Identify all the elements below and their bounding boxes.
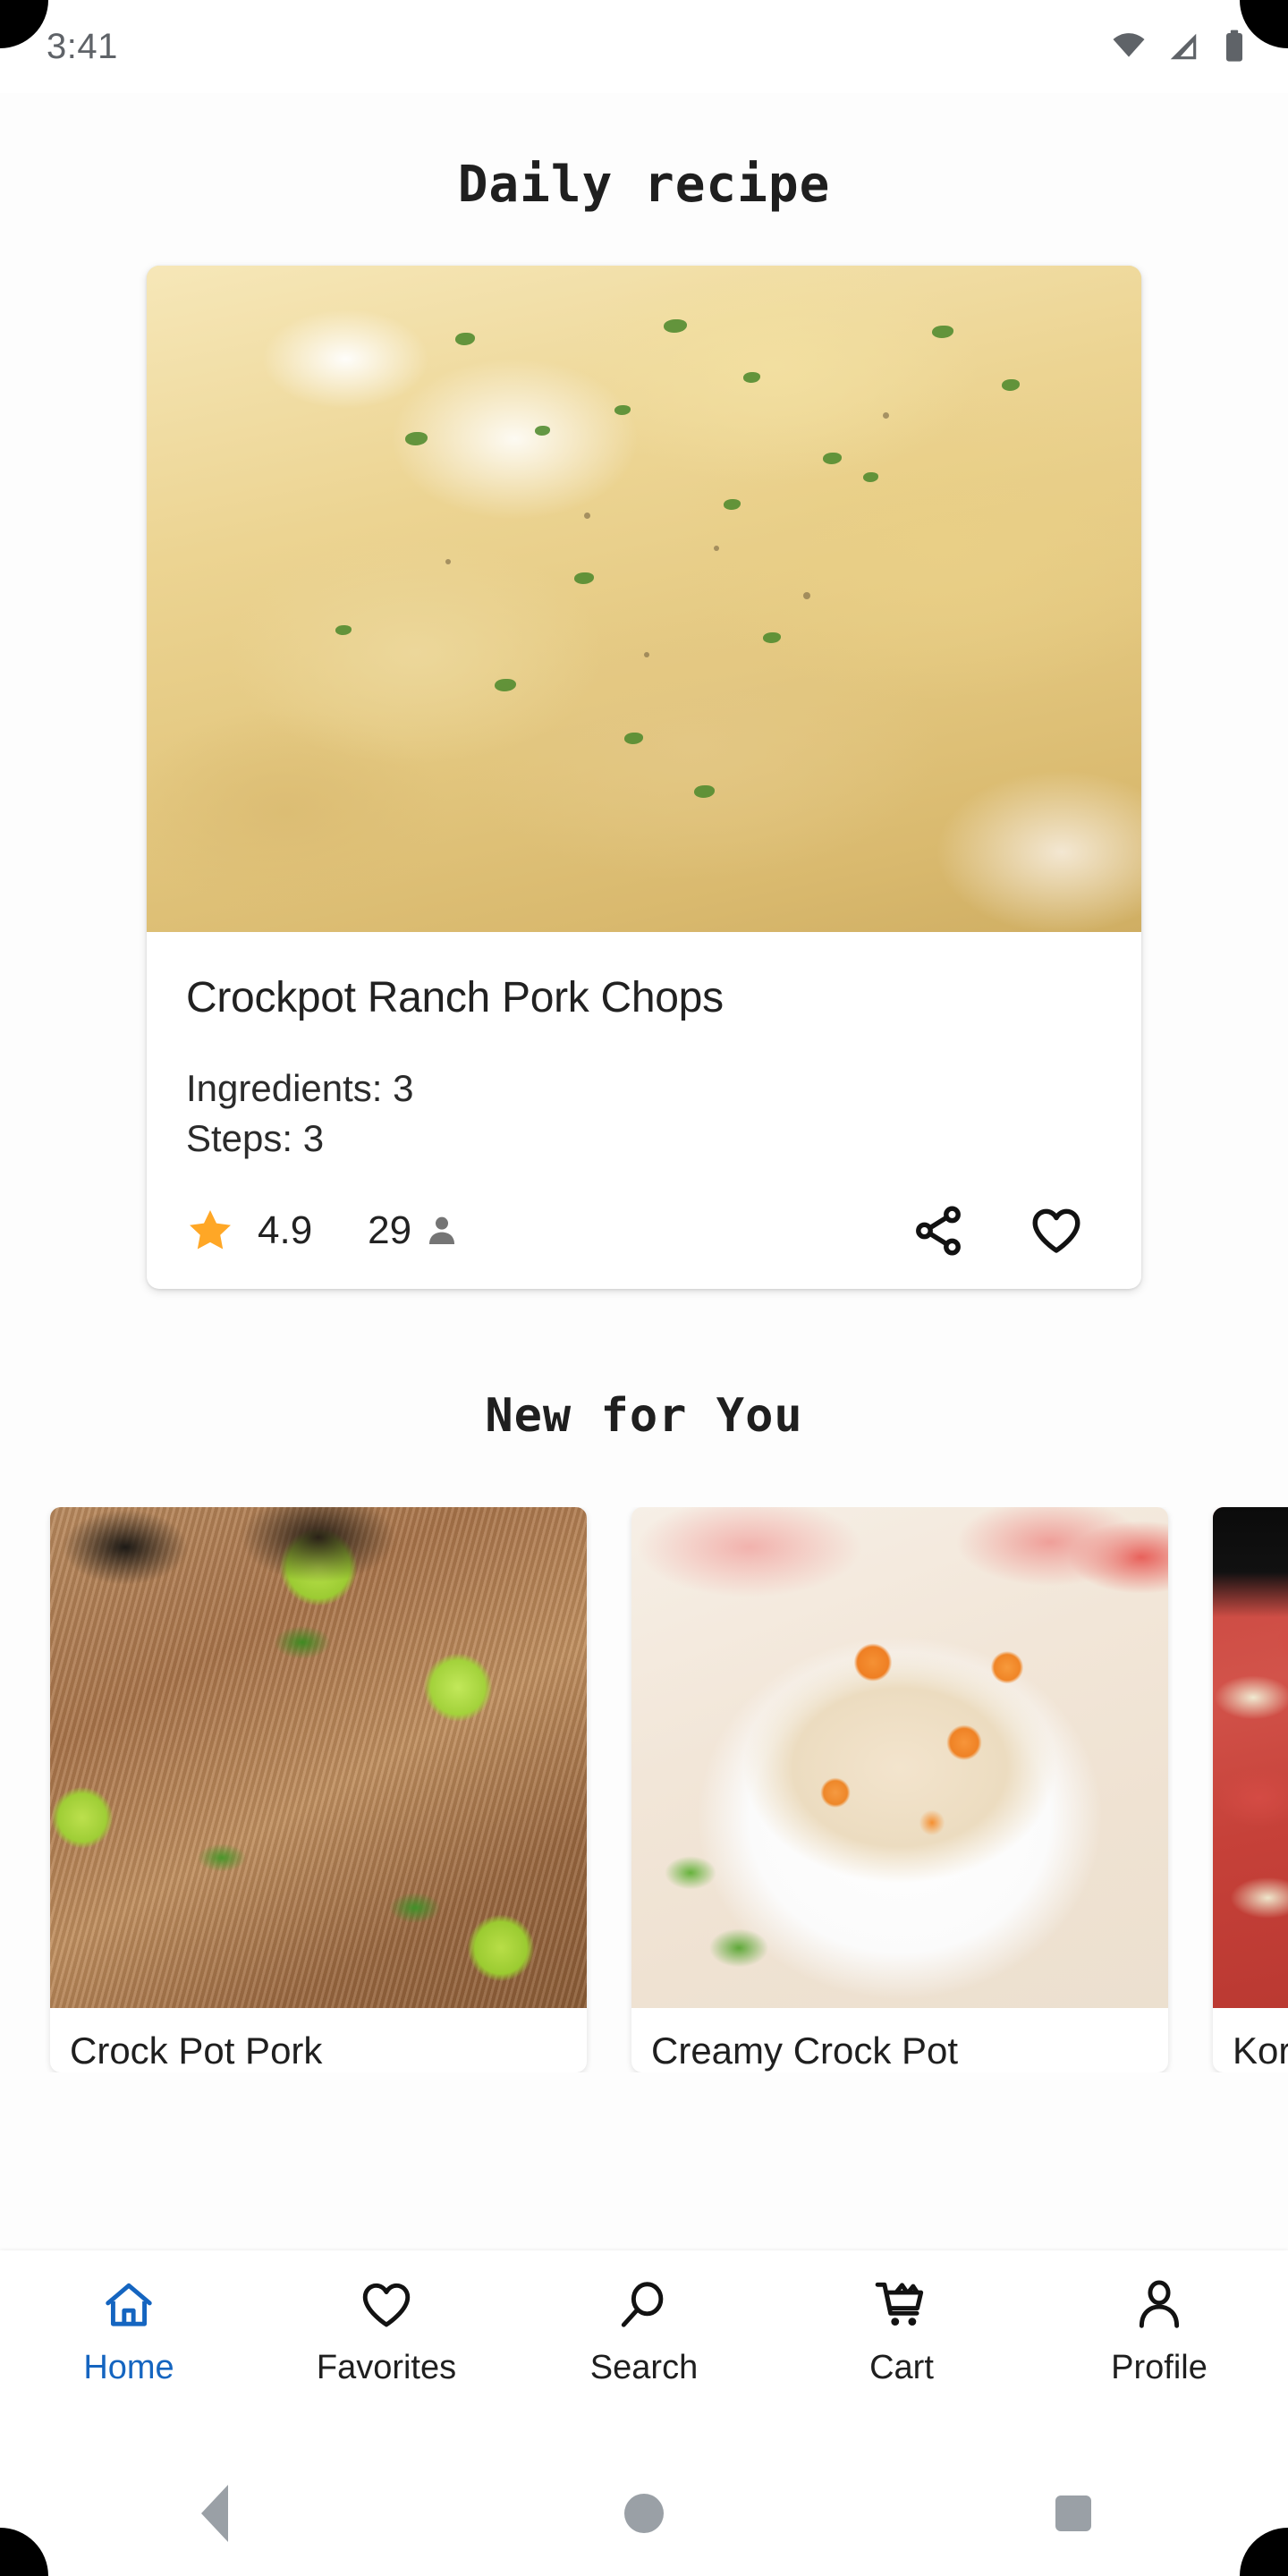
carousel-card-title: Kore bbox=[1233, 2029, 1288, 2072]
daily-recipe-body: Crockpot Ranch Pork Chops Ingredients: 3… bbox=[147, 932, 1141, 1289]
carousel-card-image bbox=[631, 1507, 1168, 2008]
carousel-card-image bbox=[1213, 1507, 1288, 2008]
person-icon bbox=[424, 1211, 460, 1250]
cart-icon bbox=[875, 2282, 924, 2326]
nav-item-search[interactable]: Search bbox=[515, 2277, 773, 2387]
circle-icon bbox=[624, 2494, 664, 2533]
bottom-navigation-bar: Home Favorites Search Cart Profile bbox=[0, 2250, 1288, 2451]
carousel-card-image bbox=[50, 1507, 587, 2008]
new-for-you-title: New for You bbox=[485, 1389, 803, 1443]
person-icon bbox=[1139, 2280, 1180, 2328]
back-button[interactable] bbox=[0, 2485, 429, 2542]
home-button[interactable] bbox=[429, 2494, 859, 2533]
nav-item-profile[interactable]: Profile bbox=[1030, 2277, 1288, 2387]
nav-item-favorites[interactable]: Favorites bbox=[258, 2277, 515, 2387]
star-icon bbox=[190, 1210, 231, 1250]
nav-label-cart: Cart bbox=[869, 2349, 934, 2386]
nav-item-cart[interactable]: Cart bbox=[773, 2277, 1030, 2387]
rating-group: 4.9 29 bbox=[186, 1207, 460, 1255]
card-actions bbox=[911, 1203, 1084, 1258]
nav-item-home[interactable]: Home bbox=[0, 2277, 258, 2387]
review-count: 29 bbox=[368, 1208, 412, 1252]
square-icon bbox=[1055, 2496, 1091, 2531]
search-icon bbox=[621, 2282, 664, 2327]
status-bar-time: 3:41 bbox=[47, 26, 118, 66]
heart-icon[interactable] bbox=[1029, 1203, 1084, 1258]
status-bar-icons bbox=[1111, 29, 1249, 64]
nav-label-favorites: Favorites bbox=[316, 2349, 457, 2386]
home-icon bbox=[106, 2283, 152, 2326]
carousel-card-title: Creamy Crock Pot bbox=[651, 2029, 959, 2072]
daily-recipe-ingredients: Ingredients: 3 bbox=[186, 1067, 414, 1109]
carousel-card-title: Crock Pot Pork bbox=[70, 2029, 323, 2072]
page-title: Daily recipe bbox=[457, 156, 831, 214]
daily-recipe-title: Crockpot Ranch Pork Chops bbox=[186, 974, 724, 1021]
carousel-card[interactable]: Kore bbox=[1213, 1507, 1288, 2072]
daily-recipe-steps: Steps: 3 bbox=[186, 1117, 325, 1159]
heart-icon bbox=[362, 2283, 411, 2327]
status-bar: 3:41 bbox=[0, 0, 1288, 93]
nav-label-profile: Profile bbox=[1111, 2349, 1208, 2386]
triangle-left-icon bbox=[201, 2485, 228, 2542]
daily-recipe-image bbox=[147, 266, 1141, 932]
rating-value: 4.9 bbox=[258, 1208, 313, 1252]
recents-button[interactable] bbox=[859, 2496, 1288, 2531]
nav-label-home: Home bbox=[83, 2349, 174, 2386]
carousel-card[interactable]: Crock Pot Pork bbox=[50, 1507, 587, 2072]
daily-recipe-card[interactable]: Crockpot Ranch Pork Chops Ingredients: 3… bbox=[147, 266, 1141, 1289]
system-navigation-bar bbox=[0, 2451, 1288, 2576]
wifi-icon bbox=[1113, 33, 1145, 57]
battery-icon bbox=[1226, 30, 1242, 62]
new-for-you-carousel[interactable]: Crock Pot Pork Creamy Crock Pot Kore bbox=[0, 1507, 1288, 2072]
daily-recipe-footer: 4.9 29 bbox=[186, 1203, 1102, 1258]
share-icon[interactable] bbox=[911, 1203, 966, 1258]
carousel-card[interactable]: Creamy Crock Pot bbox=[631, 1507, 1168, 2072]
app-scroll-area[interactable]: Daily recipe Crockpot Ranch Pork Chops I… bbox=[0, 93, 1288, 2250]
cellular-signal-icon bbox=[1170, 33, 1197, 60]
nav-label-search: Search bbox=[589, 2349, 699, 2386]
